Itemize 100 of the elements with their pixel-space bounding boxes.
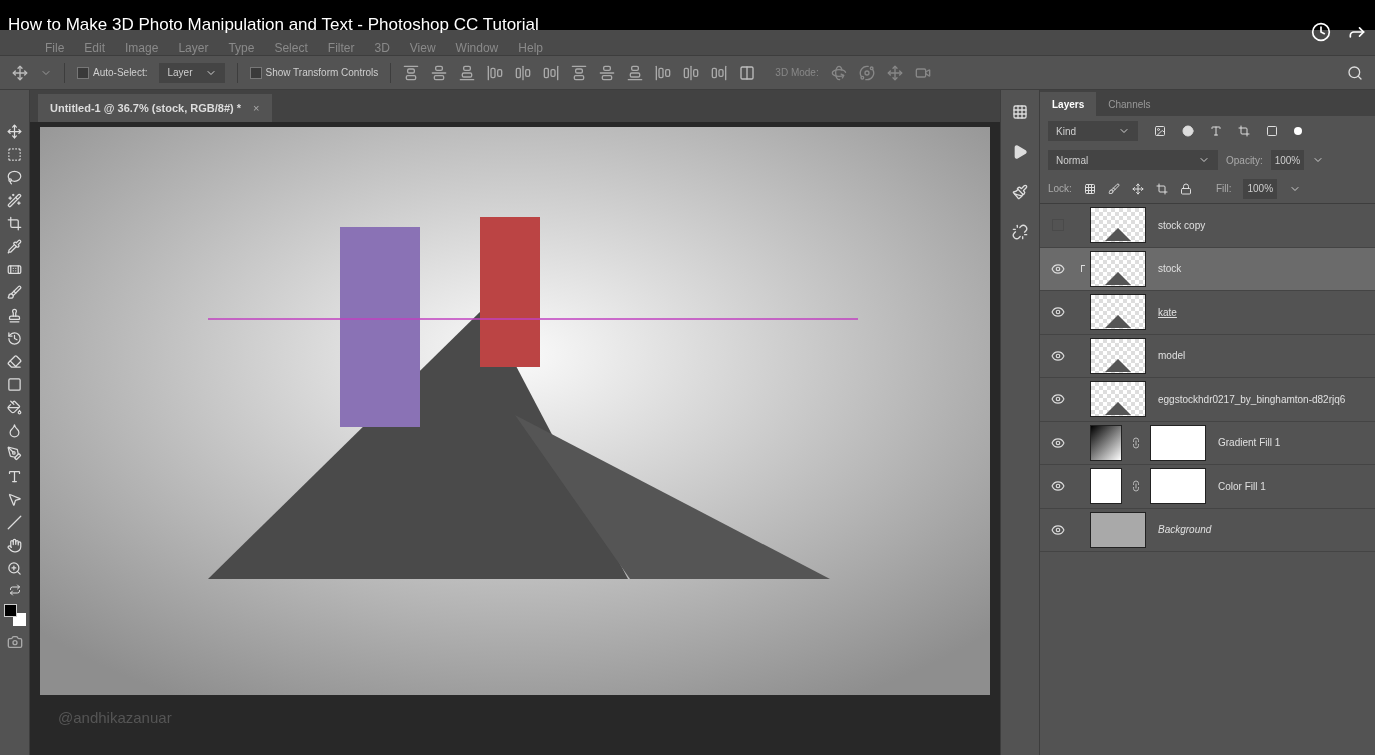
search-icon[interactable] — [1347, 64, 1363, 81]
quick-mask-icon[interactable] — [6, 634, 23, 650]
brush-tool-icon[interactable] — [7, 285, 22, 300]
grid-icon[interactable] — [1012, 104, 1028, 120]
eyedropper-tool-icon[interactable] — [7, 239, 22, 254]
layer-dropdown[interactable]: Layer — [159, 62, 225, 83]
layer-name[interactable]: stock copy — [1158, 217, 1206, 233]
align-icon[interactable] — [627, 64, 644, 81]
layer-mask-thumbnail — [1150, 468, 1206, 505]
visibility-eye-icon[interactable] — [1051, 392, 1065, 407]
checkbox[interactable] — [249, 66, 262, 79]
marquee-tool-icon[interactable] — [7, 147, 22, 162]
opacity-label: Opacity: — [1226, 153, 1263, 168]
panel-tab[interactable]: Layers — [1040, 92, 1097, 116]
zoom-tool-icon[interactable] — [7, 561, 22, 576]
layer-row[interactable]: kate — [1040, 291, 1375, 335]
align-icon[interactable] — [403, 64, 420, 81]
chain-link-icon[interactable] — [1130, 480, 1142, 493]
align-icon[interactable] — [543, 64, 560, 81]
layer-thumbnail — [1090, 381, 1146, 418]
pen-tool-icon[interactable] — [7, 446, 22, 461]
layer-name[interactable]: Gradient Fill 1 — [1218, 435, 1281, 451]
layer-name[interactable]: Color Fill 1 — [1218, 478, 1266, 494]
fill-field[interactable]: 100% — [1243, 178, 1278, 199]
lock-pixels-icon[interactable] — [1107, 182, 1120, 195]
align-icon[interactable] — [459, 64, 476, 81]
filter-toggle-icon[interactable] — [1294, 127, 1302, 135]
type-filter-icon[interactable] — [1210, 125, 1222, 137]
hand-tool-icon[interactable] — [7, 538, 22, 553]
swap-colors-icon[interactable] — [8, 584, 21, 596]
layer-mask-thumbnail — [1150, 424, 1206, 461]
close-tab-icon[interactable]: × — [253, 99, 260, 117]
gradient-fill-thumbnail — [1090, 424, 1122, 461]
visibility-eye-icon[interactable] — [1051, 435, 1065, 450]
layer-thumbnail — [1090, 337, 1146, 374]
layer-name[interactable]: kate — [1158, 304, 1177, 320]
align-icon[interactable] — [431, 64, 448, 81]
history-brush-tool-icon[interactable] — [7, 331, 22, 346]
color-fill-thumbnail — [1090, 468, 1122, 505]
layer-row[interactable]: stock — [1040, 247, 1375, 291]
panel-tab[interactable]: Channels — [1096, 92, 1163, 116]
lock-transparency-icon[interactable] — [1083, 182, 1096, 195]
gradient-tool-icon[interactable] — [7, 377, 22, 392]
layer-name[interactable]: model — [1158, 348, 1186, 364]
align-icon[interactable] — [487, 64, 504, 81]
lock-position-icon[interactable] — [1131, 182, 1144, 195]
document-tab[interactable]: Untitled-1 @ 36.7% (stock, RGB/8#) * × — [38, 94, 272, 122]
align-icon[interactable] — [599, 64, 616, 81]
stamp-tool-icon[interactable] — [7, 308, 22, 323]
filter-kind-dropdown[interactable]: Kind — [1048, 121, 1138, 141]
crop-tool-icon[interactable] — [7, 216, 22, 231]
clock-icon[interactable] — [1311, 22, 1331, 42]
layer-name[interactable]: eggstockhdr0217_by_binghamton-d82rjq6 — [1158, 391, 1346, 407]
lock-label: Lock: — [1048, 182, 1072, 196]
move-tool-icon[interactable] — [12, 64, 28, 81]
layer-thumbnail — [1090, 511, 1146, 548]
visibility-eye-icon[interactable] — [1051, 348, 1065, 363]
layer-thumbnail — [1090, 250, 1146, 287]
smart-object-filter-icon[interactable] — [1266, 125, 1278, 137]
layer-row[interactable]: Color Fill 1 — [1040, 465, 1375, 509]
align-icon[interactable] — [515, 64, 532, 81]
fill-label: Fill: — [1215, 182, 1232, 196]
visibility-eye-icon[interactable] — [1051, 305, 1065, 320]
bucket-tool-icon[interactable] — [7, 400, 22, 415]
visibility-eye-icon[interactable] — [1051, 522, 1065, 537]
video-title: How to Make 3D Photo Manipulation and Text - Photoshop CC Tutorial — [8, 14, 539, 36]
layer-thumbnail — [1090, 294, 1146, 331]
align-icon[interactable] — [655, 64, 672, 81]
color-swatches[interactable] — [3, 604, 26, 626]
brushes-icon[interactable] — [1012, 184, 1028, 200]
move-tool-icon[interactable] — [7, 124, 22, 139]
adjustment-filter-icon[interactable] — [1182, 125, 1194, 137]
align-icon[interactable] — [683, 64, 700, 81]
lasso-tool-icon[interactable] — [7, 170, 22, 185]
layer-thumbnail — [1090, 207, 1146, 244]
distribute-icon[interactable] — [739, 64, 756, 81]
chain-link-icon[interactable] — [1130, 436, 1142, 449]
type-tool-icon[interactable] — [7, 469, 22, 484]
wand-tool-icon[interactable] — [7, 193, 22, 208]
shape-filter-icon[interactable] — [1238, 125, 1250, 137]
layer-name[interactable]: Background — [1158, 522, 1212, 538]
play-icon[interactable] — [1012, 144, 1028, 160]
align-icon[interactable] — [711, 64, 728, 81]
blend-mode-dropdown[interactable]: Normal — [1048, 150, 1218, 170]
layer-row[interactable]: eggstockhdr0217_by_binghamton-d82rjq6 — [1040, 378, 1375, 422]
image-filter-icon[interactable] — [1154, 125, 1166, 137]
visibility-eye-icon[interactable] — [1051, 479, 1065, 494]
lock-artboard-icon[interactable] — [1155, 182, 1168, 195]
align-icon[interactable] — [571, 64, 588, 81]
blur-tool-icon[interactable] — [7, 423, 22, 438]
checkbox[interactable] — [77, 66, 89, 79]
auto-select-label: Auto-Select: — [93, 66, 148, 80]
line-tool-icon[interactable] — [7, 515, 22, 530]
layer-row[interactable]: stock copy — [1040, 204, 1375, 248]
visibility-eye-icon[interactable] — [1051, 261, 1065, 276]
selection-arrow-tool-icon[interactable] — [7, 492, 22, 507]
layer-name[interactable]: stock — [1158, 261, 1182, 277]
eraser-tool-icon[interactable] — [7, 354, 22, 369]
opacity-field[interactable]: 100% — [1270, 150, 1305, 170]
lock-all-icon[interactable] — [1179, 182, 1192, 195]
